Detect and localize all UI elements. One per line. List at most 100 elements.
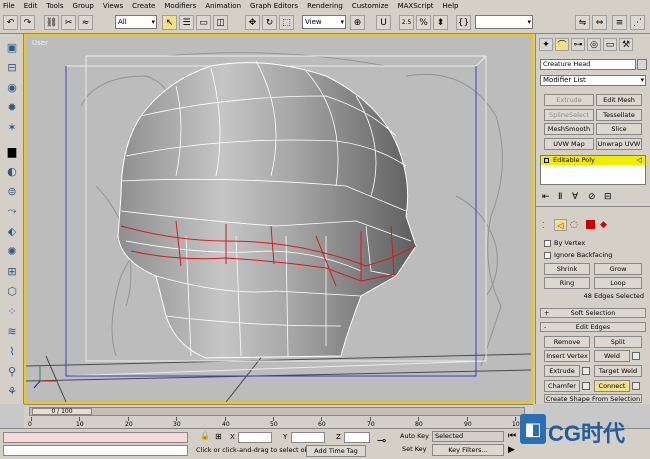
- cylinder-icon[interactable]: ⊜: [4, 184, 20, 198]
- configure-sets-icon[interactable]: ⊟: [604, 192, 612, 202]
- absolute-mode-icon[interactable]: ⊞: [215, 432, 222, 441]
- create-cylinder-icon[interactable]: ⊟: [4, 60, 20, 74]
- shrink-button[interactable]: Shrink: [544, 263, 590, 275]
- undo-icon[interactable]: ↶: [3, 15, 18, 30]
- set-key-button[interactable]: Set Key: [402, 445, 427, 453]
- bone-icon[interactable]: ⚲: [4, 364, 20, 378]
- time-slider-track[interactable]: 0 / 100: [29, 407, 525, 416]
- show-end-result-icon[interactable]: Ⅱ: [558, 192, 562, 202]
- taper-icon[interactable]: ⬖: [4, 224, 20, 238]
- extrude-edge-button[interactable]: Extrude: [544, 365, 580, 377]
- percent-snap-icon[interactable]: %: [416, 15, 431, 30]
- create-light-icon[interactable]: ✹: [4, 100, 20, 114]
- by-vertex-checkbox[interactable]: By Vertex: [544, 239, 585, 247]
- edit-mesh-button[interactable]: Edit Mesh: [596, 94, 642, 106]
- wave-icon[interactable]: ≋: [4, 324, 20, 338]
- align-icon[interactable]: ⇔: [592, 15, 607, 30]
- auto-key-button[interactable]: Auto Key: [400, 432, 429, 440]
- ring-button[interactable]: Ring: [544, 277, 590, 289]
- move-icon[interactable]: ✥: [245, 15, 260, 30]
- create-sphere-icon[interactable]: ◉: [4, 80, 20, 94]
- selection-filter-dropdown[interactable]: All: [115, 15, 157, 29]
- select-object-icon[interactable]: ↖: [162, 15, 177, 30]
- ignore-backfacing-checkbox[interactable]: Ignore Backfacing: [544, 251, 612, 259]
- y-coordinate-field[interactable]: [291, 432, 325, 443]
- scale-icon[interactable]: ⬚: [279, 15, 294, 30]
- z-coordinate-field[interactable]: [344, 432, 370, 443]
- soft-selection-rollout[interactable]: + Soft Selection: [540, 308, 646, 318]
- motion-tab-icon[interactable]: ◎: [587, 38, 601, 51]
- extrude-modifier-button[interactable]: Extrude: [544, 94, 594, 106]
- grow-button[interactable]: Grow: [594, 263, 642, 275]
- modify-tab-icon[interactable]: ⌒: [555, 38, 569, 51]
- object-name-field[interactable]: Creature Head: [540, 59, 636, 70]
- menu-maxscript[interactable]: MAXScript: [398, 2, 434, 10]
- menu-file[interactable]: File: [3, 2, 15, 10]
- menu-help[interactable]: Help: [443, 2, 459, 10]
- display-tab-icon[interactable]: ▭: [603, 38, 617, 51]
- insert-vertex-button[interactable]: Insert Vertex: [544, 350, 590, 362]
- time-ruler[interactable]: 0 10 20 30 40 50 60 70 80 90 100: [28, 417, 525, 428]
- user-viewport[interactable]: User: [24, 34, 533, 404]
- modifier-list-dropdown[interactable]: Modifier List: [540, 75, 646, 86]
- weld-settings-icon[interactable]: [632, 352, 640, 360]
- named-selection-sets-dropdown[interactable]: [475, 15, 533, 29]
- window-crossing-icon[interactable]: ◫: [213, 15, 228, 30]
- key-mode-dropdown[interactable]: Selected: [432, 431, 504, 442]
- layer-manager-icon[interactable]: ≡: [612, 15, 627, 30]
- pivot-center-icon[interactable]: ⊕: [350, 15, 365, 30]
- edge-level-icon[interactable]: ◁: [554, 219, 567, 231]
- add-time-tag-button[interactable]: Add Time Tag: [306, 445, 366, 457]
- maxscript-listener-field[interactable]: [3, 432, 188, 443]
- curve-editor-icon[interactable]: ⋰: [630, 15, 645, 30]
- select-by-name-icon[interactable]: ☰: [179, 15, 194, 30]
- meshsmooth-button[interactable]: MeshSmooth: [544, 123, 594, 135]
- slice-button[interactable]: Slice: [596, 123, 642, 135]
- lock-selection-icon[interactable]: 🔒: [200, 431, 210, 440]
- time-slider-thumb[interactable]: 0 / 100: [32, 408, 92, 415]
- remove-button[interactable]: Remove: [544, 336, 590, 348]
- viewport-label[interactable]: User: [32, 39, 48, 47]
- bend-icon[interactable]: ⤳: [4, 204, 20, 218]
- make-unique-icon[interactable]: ∀: [572, 192, 578, 202]
- render-icon[interactable]: ⚘: [4, 384, 20, 398]
- uvw-map-button[interactable]: UVW Map: [544, 138, 594, 150]
- menu-group[interactable]: Group: [73, 2, 94, 10]
- menu-modifiers[interactable]: Modifiers: [164, 2, 196, 10]
- connect-settings-icon[interactable]: [632, 382, 640, 390]
- connect-button[interactable]: Connect: [594, 380, 630, 392]
- stack-expand-icon[interactable]: [544, 158, 549, 163]
- menu-views[interactable]: Views: [103, 2, 123, 10]
- menu-create[interactable]: Create: [132, 2, 155, 10]
- tessellate-button[interactable]: Tessellate: [596, 109, 642, 121]
- space-warp-icon[interactable]: ⌇: [4, 344, 20, 358]
- link-icon[interactable]: ⛓: [44, 15, 59, 30]
- menu-customize[interactable]: Customize: [352, 2, 389, 10]
- hierarchy-tab-icon[interactable]: ⊶: [571, 38, 585, 51]
- split-button[interactable]: Split: [594, 336, 642, 348]
- pin-stack-icon[interactable]: ⇤: [542, 192, 550, 202]
- remove-modifier-icon[interactable]: ⊘: [588, 192, 596, 202]
- menu-animation[interactable]: Animation: [205, 2, 241, 10]
- splineselect-button[interactable]: SplineSelect: [544, 109, 594, 121]
- menu-graph-editors[interactable]: Graph Editors: [250, 2, 298, 10]
- play-icon[interactable]: ▶: [508, 445, 515, 455]
- mirror-icon[interactable]: ⇋: [575, 15, 590, 30]
- meshsmooth-icon[interactable]: ⬡: [4, 284, 20, 298]
- ffd-icon[interactable]: ⊞: [4, 264, 20, 278]
- stack-item-editable-poly[interactable]: Editable Poly: [541, 156, 645, 165]
- key-filters-button[interactable]: Key Filters...: [432, 444, 504, 456]
- chamfer-button[interactable]: Chamfer: [544, 380, 580, 392]
- loop-button[interactable]: Loop: [594, 277, 642, 289]
- named-selection-icon[interactable]: {}: [456, 15, 471, 30]
- noise-icon[interactable]: ✺: [4, 244, 20, 258]
- spinner-snap-icon[interactable]: ⬍: [433, 15, 448, 30]
- rotate-icon[interactable]: ↻: [262, 15, 277, 30]
- editable-mesh-icon[interactable]: ▆: [4, 144, 20, 158]
- menu-tools[interactable]: Tools: [46, 2, 63, 10]
- chamfer-settings-icon[interactable]: [582, 382, 590, 390]
- x-coordinate-field[interactable]: [238, 432, 272, 443]
- go-to-start-icon[interactable]: ⏮: [508, 431, 516, 441]
- create-box-icon[interactable]: ▣: [4, 40, 20, 54]
- utilities-tab-icon[interactable]: ⚒: [619, 38, 633, 51]
